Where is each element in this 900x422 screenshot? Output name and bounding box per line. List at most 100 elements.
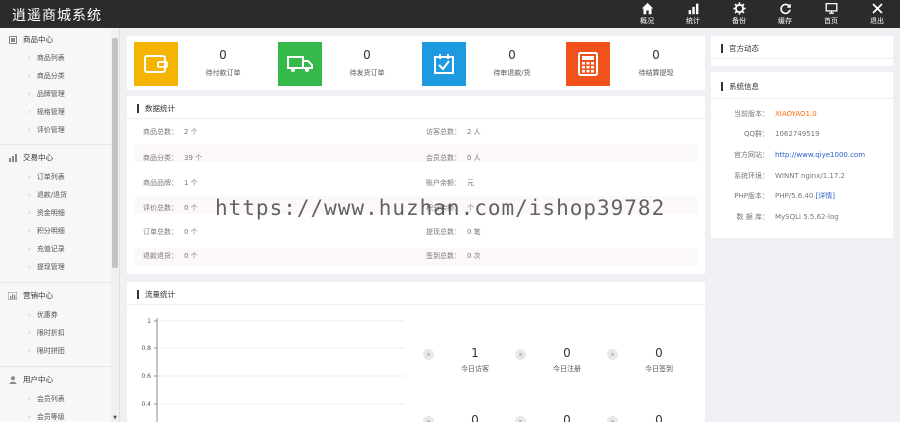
status-dot-icon	[423, 349, 434, 360]
divider	[0, 366, 112, 367]
divider	[0, 282, 112, 283]
topnav-cache[interactable]: 缓存	[762, 0, 808, 28]
sidebar-group-label: 交易中心	[23, 153, 53, 162]
home-icon	[641, 2, 653, 15]
divider	[711, 58, 893, 59]
sidebar: 商品中心 商品列表 商品分类 品牌管理 规格管理 评价管理 交易中心 订单列表 …	[0, 28, 120, 422]
today-visitors-count: 1	[471, 346, 479, 360]
divider	[0, 144, 112, 145]
sidebar-group-users[interactable]: 用户中心	[8, 374, 53, 385]
topnav-label: 备份	[732, 17, 746, 25]
website-link[interactable]: http://www.qiye1000.com	[775, 151, 865, 159]
topnav-label: 概况	[640, 17, 654, 25]
scroll-down-arrow-icon[interactable]: ▼	[112, 415, 118, 421]
status-dot-icon	[607, 349, 618, 360]
top-nav: 概况 统计 备份 缓存 首页 退出	[624, 0, 900, 28]
y-tick-label: 0.8	[141, 345, 151, 352]
sidebar-item-member-level[interactable]: 会员等级	[28, 412, 65, 422]
topnav-stats[interactable]: 统计	[670, 0, 716, 28]
sidebar-item-members[interactable]: 会员列表	[28, 394, 65, 404]
status-dot-icon	[423, 416, 434, 422]
sidebar-item-coupon[interactable]: 优惠券	[28, 310, 58, 320]
official-news-card: 官方动态	[711, 36, 893, 66]
today-signin-label: 今日签到	[645, 365, 673, 373]
sidebar-item-goods-category[interactable]: 商品分类	[28, 71, 65, 81]
sidebar-item-spec[interactable]: 规格管理	[28, 107, 65, 117]
sidebar-item-points[interactable]: 积分明细	[28, 226, 65, 236]
topnav-overview[interactable]: 概况	[624, 0, 670, 28]
wallet-icon	[134, 42, 178, 86]
pending-withdraw-count: 0	[652, 48, 660, 62]
pending-withdraw-label[interactable]: 待结算提现	[616, 68, 696, 78]
sidebar-item-goods-list[interactable]: 商品列表	[28, 53, 65, 63]
today-signin-count: 0	[655, 346, 663, 360]
top-bar: 逍遥商城系统 概况 统计 备份 缓存 首页 退出	[0, 0, 900, 28]
stat-review-total: 评价总数： 0 个	[143, 204, 198, 212]
stat-visitor-total: 访客总数： 2 人	[426, 128, 481, 136]
metric-count: 0	[471, 413, 479, 422]
sidebar-item-refunds[interactable]: 退款/退货	[28, 190, 67, 200]
calculator-icon	[566, 42, 610, 86]
panel-title: 数据统计	[137, 104, 175, 113]
metric-count: 0	[563, 413, 571, 422]
topnav-label: 退出	[870, 17, 884, 25]
pending-payment-label[interactable]: 待付款订单	[183, 68, 263, 78]
sidebar-item-brand[interactable]: 品牌管理	[28, 89, 65, 99]
topnav-logout[interactable]: 退出	[854, 0, 900, 28]
sidebar-item-review[interactable]: 评价管理	[28, 125, 65, 135]
topnav-label: 缓存	[778, 17, 792, 25]
app-title: 逍遥商城系统	[12, 8, 102, 24]
sidebar-item-funds[interactable]: 资金明细	[28, 208, 65, 218]
sidebar-group-goods[interactable]: 商品中心	[8, 34, 53, 45]
sidebar-item-orders[interactable]: 订单列表	[28, 172, 65, 182]
pending-refund-count: 0	[508, 48, 516, 62]
status-dot-icon	[515, 349, 526, 360]
bar-chart-icon	[8, 153, 17, 162]
topnav-label: 统计	[686, 17, 700, 25]
sys-website: 官方网站： http://www.qiye1000.com	[734, 151, 866, 159]
sidebar-group-label: 用户中心	[23, 375, 53, 384]
divider	[711, 98, 893, 99]
topnav-backup[interactable]: 备份	[716, 0, 762, 28]
watermark-text: https://www.huzhan.com/ishop39782	[215, 196, 666, 220]
traffic-chart	[154, 318, 405, 422]
truck-icon	[278, 42, 322, 86]
sidebar-group-marketing[interactable]: 营销中心	[8, 290, 53, 301]
panel-title: 系统信息	[721, 82, 759, 91]
stat-account-balance: 账户余额：元	[426, 179, 474, 187]
stat-signin-total: 签到总数： 0 次	[426, 252, 481, 260]
gear-icon	[732, 2, 746, 15]
data-stats-card: 数据统计 商品总数： 2 个 商品分类： 39 个 商品品牌： 1 个 评价总数： 0 …	[127, 96, 705, 274]
row-stripe	[135, 248, 697, 266]
metric-count: 0	[655, 413, 663, 422]
sys-qq-group: QQ群： 1062749519	[743, 130, 820, 138]
today-register-label: 今日注册	[553, 365, 581, 373]
panel-title: 官方动态	[721, 44, 759, 53]
divider	[127, 118, 705, 119]
today-register-count: 0	[563, 346, 571, 360]
sys-environment: 系统环境： WINNT nginx/1.17.2	[734, 172, 845, 180]
check-box-icon	[422, 42, 466, 86]
scrollbar-thumb[interactable]	[112, 38, 118, 268]
sidebar-item-recharge[interactable]: 充值记录	[28, 244, 65, 254]
sidebar-group-trade[interactable]: 交易中心	[8, 152, 53, 163]
pending-refund-label[interactable]: 待审退款/货	[472, 68, 552, 78]
stat-goods-brand: 商品品牌： 1 个	[143, 179, 198, 187]
stat-order-total: 订单总数： 0 个	[143, 228, 198, 236]
sidebar-group-label: 商品中心	[23, 35, 53, 44]
stat-member-total: 会员总数： 0 人	[426, 154, 481, 162]
traffic-card: 流量统计 1 0.8 0.6 0.4 1 今日访客 0 今日注册 0 今日签到 …	[127, 282, 705, 422]
stat-goods-total: 商品总数： 2 个	[143, 128, 198, 136]
divider	[127, 304, 705, 305]
user-icon	[8, 375, 17, 384]
sidebar-item-withdraw[interactable]: 提现管理	[28, 262, 65, 272]
sys-database: 数 据 库： MySQLi 5.5.62-log	[736, 213, 839, 221]
pending-shipment-label[interactable]: 待发货订单	[327, 68, 407, 78]
today-visitors-label: 今日访客	[461, 365, 489, 373]
topnav-home[interactable]: 首页	[808, 0, 854, 28]
php-details-link[interactable]: [详情]	[816, 192, 835, 200]
sidebar-item-discount[interactable]: 限时折扣	[28, 328, 65, 338]
sidebar-scrollbar[interactable]: ▼	[111, 28, 119, 422]
sidebar-item-group-buy[interactable]: 限时拼团	[28, 346, 65, 356]
pending-payment-count: 0	[219, 48, 227, 62]
